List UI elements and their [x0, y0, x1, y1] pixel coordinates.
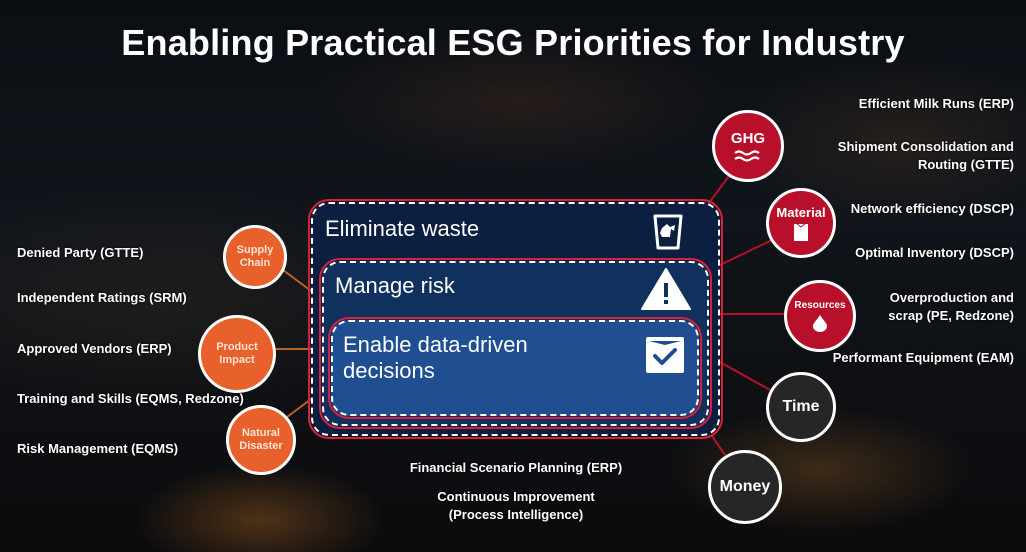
connector-money	[711, 435, 726, 456]
right-item-shipment-consolidation-line1: Shipment Consolidation and	[837, 139, 1014, 154]
right-item-optimal-inventory-line1: Optimal Inventory (DSCP)	[855, 245, 1014, 260]
circle-natural-disaster-line2: Disaster	[239, 440, 283, 452]
circle-resources: Resources	[784, 280, 856, 352]
waves-icon	[734, 149, 760, 162]
box-manage-risk-label: Manage risk	[335, 273, 455, 298]
warning-icon	[641, 268, 691, 310]
bottom-item-financial-planning: Financial Scenario Planning (ERP)	[388, 459, 644, 477]
bottom-item-financial-planning-line1: Financial Scenario Planning (ERP)	[409, 460, 623, 475]
circle-money-label: Money	[719, 478, 771, 495]
connector-time	[719, 361, 771, 391]
circle-time-label: Time	[782, 398, 820, 415]
circle-supply-chain-line2: Chain	[239, 257, 271, 269]
right-item-shipment-consolidation-line2: Routing (GTTE)	[917, 157, 1014, 172]
right-item-overproduction: Overproduction and scrap (PE, Redzone)	[888, 289, 1014, 325]
connector-material	[719, 239, 773, 266]
right-item-milk-runs: Efficient Milk Runs (ERP)	[859, 95, 1014, 113]
bag-icon	[794, 223, 808, 241]
box-data-driven-decisions-line2: decisions	[343, 358, 435, 383]
circle-ghg: GHG	[712, 110, 784, 182]
box-data-driven-decisions-line1: Enable data-driven	[343, 332, 528, 357]
right-item-overproduction-line2: scrap (PE, Redzone)	[888, 308, 1014, 323]
left-item-approved-vendors: Approved Vendors (ERP)	[17, 341, 172, 356]
right-item-performant-equipment-line1: Performant Equipment (EAM)	[832, 350, 1014, 365]
circle-time: Time	[766, 372, 836, 442]
bottom-item-continuous-improvement: Continuous Improvement (Process Intellig…	[388, 488, 644, 524]
circle-ghg-label: GHG	[730, 129, 766, 147]
box-eliminate-waste-label: Eliminate waste	[325, 216, 480, 241]
right-item-shipment-consolidation: Shipment Consolidation and Routing (GTTE…	[838, 138, 1014, 174]
box-data-driven-decisions: Enable data-driven decisions	[328, 317, 702, 419]
left-item-denied-party: Denied Party (GTTE)	[17, 245, 144, 260]
left-item-risk-management: Risk Management (EQMS)	[17, 441, 179, 456]
circle-material-label: Material	[776, 204, 826, 220]
checkbox-icon	[646, 337, 684, 373]
left-item-training-skills: Training and Skills (EQMS, Redzone)	[17, 391, 244, 406]
right-item-milk-runs-line1: Efficient Milk Runs (ERP)	[858, 96, 1014, 111]
circle-natural-disaster: Natural Disaster	[226, 405, 296, 475]
right-item-network-efficiency: Network efficiency (DSCP)	[851, 200, 1014, 218]
box-data-driven-decisions-label: Enable data-driven decisions	[343, 332, 528, 384]
circle-supply-chain: Supply Chain	[223, 225, 287, 289]
right-item-optimal-inventory: Optimal Inventory (DSCP)	[855, 244, 1014, 262]
circle-product-impact-line1: Product	[216, 341, 258, 353]
circle-supply-chain-line1: Supply	[236, 244, 274, 256]
circle-money: Money	[708, 450, 782, 524]
right-item-overproduction-line1: Overproduction and	[889, 290, 1014, 305]
circle-material: Material	[766, 188, 836, 258]
circle-product-impact: Product Impact	[198, 315, 276, 393]
right-item-performant-equipment: Performant Equipment (EAM)	[833, 349, 1014, 367]
droplet-icon	[813, 315, 827, 332]
bottom-item-continuous-improvement-line2: (Process Intelligence)	[448, 507, 584, 522]
circle-product-impact-line2: Impact	[219, 354, 255, 366]
circle-resources-label: Resources	[794, 300, 846, 311]
bottom-item-continuous-improvement-line1: Continuous Improvement	[437, 489, 595, 504]
circle-natural-disaster-line1: Natural	[242, 427, 280, 439]
left-item-independent-ratings: Independent Ratings (SRM)	[17, 290, 187, 305]
right-item-network-efficiency-line1: Network efficiency (DSCP)	[850, 201, 1014, 216]
recycle-bin-icon	[653, 214, 683, 250]
